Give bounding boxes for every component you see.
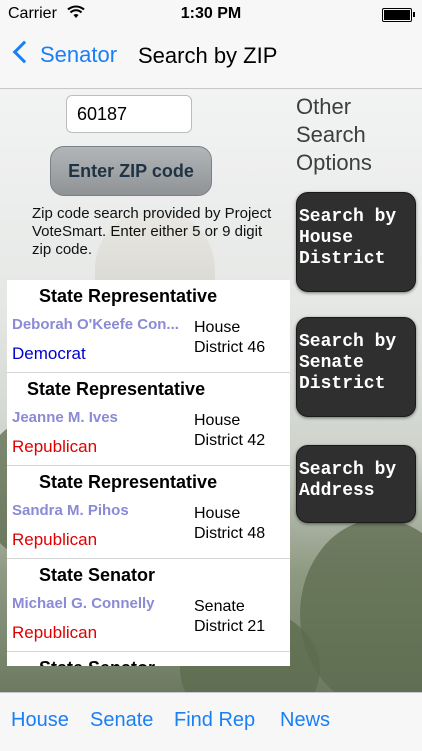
search-house-district-label: Search by House District	[299, 207, 397, 269]
enter-zip-button[interactable]: Enter ZIP code	[50, 146, 212, 196]
status-bar: Carrier 1:30 PM	[0, 0, 422, 28]
tab-senate[interactable]: Senate	[90, 709, 153, 732]
battery-icon	[382, 8, 415, 22]
navigation-bar: Senator Search by ZIP	[0, 28, 422, 89]
result-party: Democrat	[12, 344, 86, 363]
result-district: House District 46	[194, 319, 266, 356]
search-senate-district-label: Search by Senate District	[299, 332, 397, 394]
page-title: Search by ZIP	[138, 43, 278, 68]
list-item[interactable]: State Senator Michael G. Connelly Republ…	[7, 559, 290, 652]
list-item[interactable]: State Representative Sandra M. Pihos Rep…	[7, 466, 290, 559]
results-list[interactable]: State Representative Deborah O'Keefe Con…	[7, 280, 290, 666]
result-role: State Senator	[39, 658, 155, 666]
result-role: State Representative	[27, 379, 206, 399]
result-name: Jeanne M. Ives	[12, 409, 118, 426]
result-district: Senate District 21	[194, 598, 266, 635]
tab-find-rep[interactable]: Find Rep	[174, 709, 255, 732]
result-role: State Representative	[39, 472, 218, 492]
result-party: Republican	[12, 530, 98, 549]
result-name: Deborah O'Keefe Con...	[12, 316, 179, 333]
list-item[interactable]: State Representative Jeanne M. Ives Repu…	[7, 373, 290, 466]
result-party: Republican	[12, 437, 98, 456]
result-district: House District 48	[194, 505, 266, 542]
search-address-button[interactable]: Search by Address	[296, 445, 416, 523]
tab-bar: House Senate Find Rep News	[0, 692, 422, 751]
tab-news[interactable]: News	[280, 709, 330, 732]
other-search-title: Other Search Options	[296, 94, 372, 175]
back-label: Senator	[40, 42, 118, 67]
back-button[interactable]: Senator	[10, 40, 118, 68]
content-area: Enter ZIP code Zip code search provided …	[0, 89, 422, 692]
zip-info-text: Zip code search provided by Project Vote…	[32, 205, 272, 258]
clock: 1:30 PM	[180, 5, 242, 22]
search-senate-district-button[interactable]: Search by Senate District	[296, 317, 416, 417]
tab-house[interactable]: House	[11, 709, 69, 732]
result-party: Republican	[12, 623, 98, 642]
result-name: Michael G. Connelly	[12, 595, 155, 612]
search-house-district-button[interactable]: Search by House District	[296, 192, 416, 292]
result-name: Sandra M. Pihos	[12, 502, 129, 519]
result-role: State Representative	[39, 286, 218, 306]
chevron-left-icon	[12, 40, 36, 64]
list-item[interactable]: State Senator	[7, 652, 290, 666]
result-role: State Senator	[39, 565, 156, 585]
list-item[interactable]: State Representative Deborah O'Keefe Con…	[7, 280, 290, 373]
zip-input[interactable]	[66, 95, 192, 133]
search-address-label: Search by Address	[299, 460, 397, 501]
result-district: House District 42	[194, 412, 266, 449]
